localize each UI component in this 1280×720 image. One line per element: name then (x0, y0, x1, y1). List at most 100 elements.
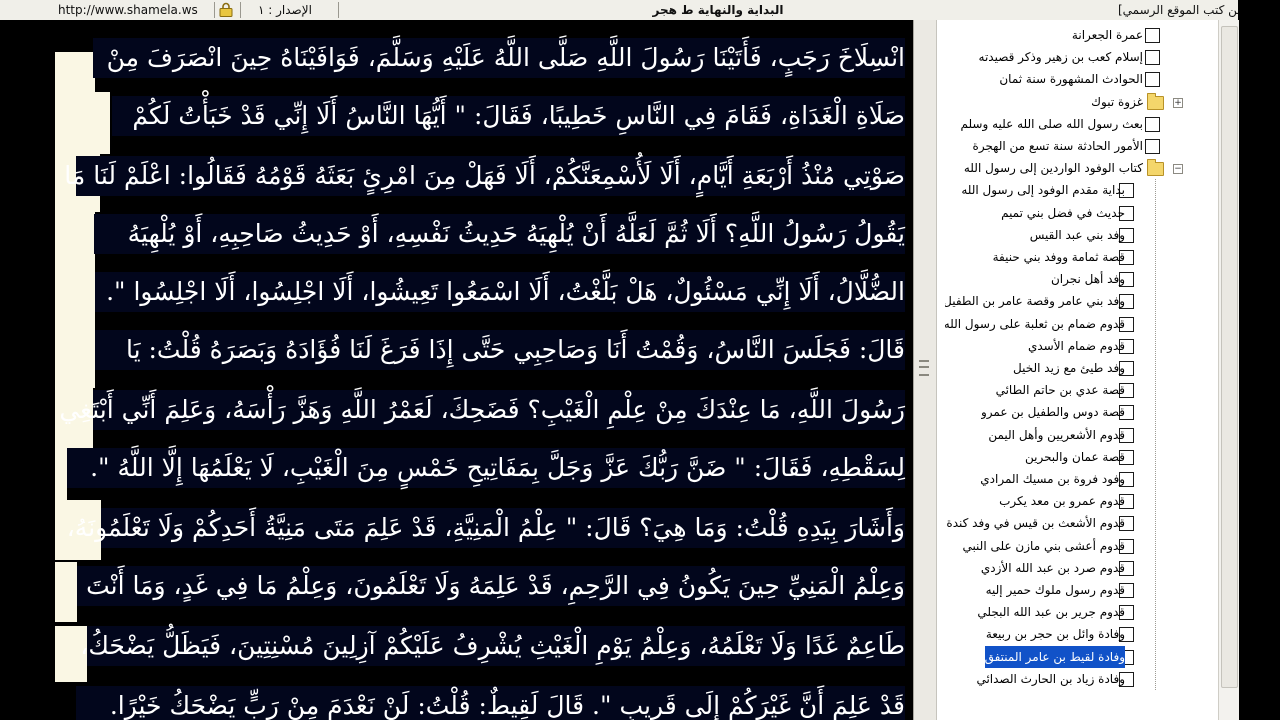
tree-item-label: وفادة لقيط بن عامر المنتفق (984, 646, 1125, 668)
tree-item-label: قدوم ضمام الأسدي (1027, 339, 1125, 353)
tree-item[interactable]: عمرة الجعرانة (937, 24, 1219, 46)
text-line: صَوْتِي مُنْذُ أَرْبَعَةِ أَيَّامٍ، أَلَ… (64, 156, 905, 196)
tree-item-label: الحوادث المشهورة سنة ثمان (999, 72, 1143, 86)
tree-item-label: قدوم عمرو بن معد يكرب (999, 494, 1125, 508)
divider (338, 2, 339, 18)
tree-item[interactable]: قصة ثمامة ووفد بني حنيفة (937, 246, 1219, 268)
splitter-grip-icon[interactable] (919, 360, 929, 376)
open-folder-icon (1147, 159, 1164, 176)
tree-item[interactable]: بعث رسول الله صلى الله عليه وسلم (937, 113, 1219, 135)
tree-item[interactable]: قدوم ضمام بن ثعلبة على رسول الله (937, 313, 1219, 335)
tree-item-label: بداية مقدم الوفود إلى رسول الله (961, 183, 1125, 197)
expand-icon[interactable]: + (1173, 98, 1183, 108)
tree-item[interactable]: وفود فروة بن مسيك المرادي (937, 468, 1219, 490)
tree-item[interactable]: وفد بني عامر وقصة عامر بن الطفيل (937, 290, 1219, 312)
tree-item[interactable]: قدوم عمرو بن معد يكرب (937, 490, 1219, 512)
edition-label: الإصدار : ١ (258, 3, 312, 17)
tree-item-label: وفود فروة بن مسيك المرادي (980, 472, 1125, 486)
book-title: البداية والنهاية ط هجر (652, 3, 784, 17)
text-line: الضُّلَّالُ، أَلَا إِنِّي مَسْئُولٌ، هَل… (95, 272, 905, 312)
tree-checkbox[interactable] (1145, 117, 1160, 132)
tree-checkbox[interactable] (1145, 50, 1160, 65)
divider (214, 2, 215, 18)
tree-connector (1155, 179, 1156, 690)
tree-item[interactable]: قدوم جرير بن عبد الله البجلي (937, 601, 1219, 623)
tree-item-label: قدوم الأشعريين وأهل اليمن (988, 428, 1125, 442)
text-line: قَدْ عَلِمَ أَنَّ غَيْرَكُمْ إِلَى قَرِي… (76, 686, 905, 720)
tree-checkbox[interactable] (1145, 139, 1160, 154)
tree-item[interactable]: + غزوة تبوك (937, 91, 1219, 113)
text-line: وَعِلْمُ الْمَنِيِّ حِينَ يَكُونُ فِي ال… (77, 566, 905, 606)
tree-checkbox[interactable] (1145, 72, 1160, 87)
tree-item[interactable]: وفادة وائل بن حجر بن ربيعة (937, 623, 1219, 645)
text-line: لِسَقْطِهِ، فَقَالَ: " ضَنَّ رَبُّكَ عَز… (67, 448, 905, 488)
tree-item[interactable]: − كتاب الوفود الواردين إلى رسول الله (937, 157, 1219, 179)
tree-item[interactable]: الأمور الحادثة سنة تسع من الهجرة (937, 135, 1219, 157)
tree-item-label: وفد بني عبد القيس (1029, 228, 1125, 242)
tree-item-label: قصة دوس والطفيل بن عمرو (980, 405, 1125, 419)
tree-item[interactable]: إسلام كعب بن زهير وذكر قصيدته (937, 46, 1219, 68)
pane-splitter[interactable] (913, 20, 937, 720)
tree-item-label: وفد بني عامر وقصة عامر بن الطفيل (945, 294, 1125, 308)
tree-item-label: قصة عمان والبحرين (1024, 450, 1125, 464)
tree-scrollbar-thumb[interactable] (1221, 26, 1238, 688)
highlight-block (55, 448, 67, 500)
tree-item[interactable]: قدوم ضمام الأسدي (937, 335, 1219, 357)
text-line: وَأَشَارَ بِيَدِهِ قُلْتُ: وَمَا هِيَ؟ ق… (67, 508, 905, 548)
tree-item[interactable]: وفادة زياد بن الحارث الصدائي (937, 668, 1219, 690)
tree-item[interactable]: قصة دوس والطفيل بن عمرو (937, 401, 1219, 423)
tree-item[interactable]: وفد أهل نجران (937, 268, 1219, 290)
tree-item-label: قدوم ضمام بن ثعلبة على رسول الله (945, 317, 1125, 331)
tree-item-label: غزوة تبوك (1091, 95, 1143, 109)
tree-item-label: إسلام كعب بن زهير وذكر قصيدته (978, 50, 1143, 64)
tree-item-label: عمرة الجعرانة (1071, 28, 1143, 42)
tree-item-label: قدوم أعشى بني مازن على النبي (962, 539, 1125, 553)
tree-item-label: بعث رسول الله صلى الله عليه وسلم (960, 117, 1143, 131)
tree-item-label: الأمور الحادثة سنة تسع من الهجرة (972, 139, 1143, 153)
highlight-block (55, 92, 110, 154)
tree-item-label: حديث في فضل بني تميم (1001, 206, 1125, 220)
tree-item[interactable]: بداية مقدم الوفود إلى رسول الله (937, 179, 1219, 201)
tree-item-label: كتاب الوفود الواردين إلى رسول الله (963, 161, 1143, 175)
left-margin (0, 20, 55, 720)
tree-item[interactable]: وفد بني عبد القيس (937, 224, 1219, 246)
book-text-pane[interactable]: انْسِلَاخَ رَجَبٍ، فَأَتَيْنَا رَسُولَ ا… (0, 20, 913, 720)
text-line: طَاعِمٌ غَدًا وَلَا تَعْلَمُهُ، وَعِلْمُ… (80, 626, 905, 666)
tree-item[interactable]: قصة عدي بن حاتم الطائي (937, 379, 1219, 401)
tree-item[interactable]: الحوادث المشهورة سنة ثمان (937, 68, 1219, 90)
tree-item[interactable]: قدوم صرد بن عبد الله الأزدي (937, 557, 1219, 579)
site-url[interactable]: http://www.shamela.ws (58, 0, 198, 20)
collapse-icon[interactable]: − (1173, 164, 1183, 174)
tree-item-label: وفادة زياد بن الحارث الصدائي (976, 672, 1125, 686)
tree-item[interactable]: قدوم الأشعريين وأهل اليمن (937, 424, 1219, 446)
official-site-label: [من كتب الموقع الرسمي] (1118, 3, 1249, 17)
tree-item[interactable]: قدوم أعشى بني مازن على النبي (937, 535, 1219, 557)
tree-item-label: قدوم رسول ملوك حمير إليه (985, 583, 1125, 597)
divider (240, 2, 241, 18)
tree-item[interactable]: قصة عمان والبحرين (937, 446, 1219, 468)
tree-item[interactable]: وفادة لقيط بن عامر المنتفق (937, 646, 1219, 668)
tree-item[interactable]: قدوم الأشعث بن قيس في وفد كندة (937, 512, 1219, 534)
tree-item[interactable]: قدوم رسول ملوك حمير إليه (937, 579, 1219, 601)
tree-item[interactable]: وفد طيئ مع زيد الخيل (937, 357, 1219, 379)
tree-item[interactable]: حديث في فضل بني تميم (937, 202, 1219, 224)
table-of-contents-tree[interactable]: عمرة الجعرانة إسلام كعب بن زهير وذكر قصيد… (936, 20, 1219, 720)
tree-item-label: وفد طيئ مع زيد الخيل (1013, 361, 1125, 375)
tree-item-label: قدوم صرد بن عبد الله الأزدي (980, 561, 1125, 575)
text-line: قَالَ: فَجَلَسَ النَّاسُ، وَقُمْتُ أَنَا… (95, 330, 905, 370)
highlight-block (55, 264, 95, 324)
tree-item-label: قصة ثمامة ووفد بني حنيفة (992, 250, 1125, 264)
info-bar: http://www.shamela.ws الإصدار : ١ البداي… (0, 0, 1280, 21)
folder-icon (1147, 93, 1164, 110)
tree-item-label: قدوم الأشعث بن قيس في وفد كندة (946, 516, 1125, 530)
text-line: صَلَاةِ الْغَدَاةِ، فَقَامَ فِي النَّاسِ… (112, 96, 905, 136)
tree-item-label: وفد أهل نجران (1050, 272, 1125, 286)
tree-item-label: قصة عدي بن حاتم الطائي (995, 383, 1125, 397)
text-line: رَسُولَ اللَّهِ، مَا عِنْدَكَ مِنْ عِلْم… (59, 390, 905, 430)
tree-item-label: قدوم جرير بن عبد الله البجلي (977, 605, 1125, 619)
tree-checkbox[interactable] (1145, 28, 1160, 43)
highlight-block (55, 562, 77, 622)
highlight-block (55, 206, 95, 264)
tree-scrollbar[interactable] (1218, 20, 1239, 720)
right-dark-strip (1238, 0, 1280, 720)
